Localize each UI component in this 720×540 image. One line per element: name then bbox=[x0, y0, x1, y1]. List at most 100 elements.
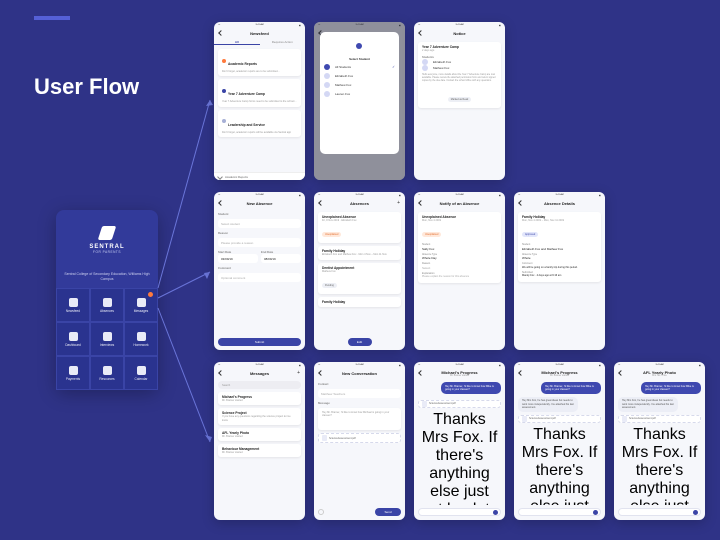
edit-button[interactable]: Edit bbox=[348, 338, 372, 346]
tile-absences[interactable]: Absences bbox=[90, 288, 124, 322]
screen-absence-details: •••9:41 AM▣ Absence Details Family Holid… bbox=[514, 192, 605, 350]
back-icon[interactable] bbox=[518, 200, 524, 206]
message-textarea[interactable]: Hey Mr. Bramer, I'd like to know how Mic… bbox=[318, 408, 401, 430]
feed-item[interactable]: Year 7 Adventure CampYear 7 Adventure Ca… bbox=[218, 79, 301, 106]
mark-read-button[interactable]: Marked as Read bbox=[448, 97, 472, 102]
calendar-x-icon bbox=[103, 298, 112, 307]
document-icon bbox=[522, 416, 527, 422]
attachment[interactable]: ScienceAssessment.pdf bbox=[418, 400, 501, 408]
book-icon bbox=[137, 332, 146, 341]
student-option[interactable]: Elizabeth Fox bbox=[324, 73, 395, 79]
screen-messages: •••9:41 AM▣ Messages+ Search Michael's P… bbox=[214, 362, 305, 520]
comment-input[interactable]: Optional comment bbox=[218, 273, 301, 282]
search-input[interactable]: Search bbox=[218, 381, 301, 389]
screen-notify-absence: •••9:41 AM▣ Notify of an Absence Unexpla… bbox=[414, 192, 505, 350]
modal-title: Select Student bbox=[324, 57, 395, 61]
send-icon[interactable] bbox=[693, 510, 698, 515]
screen-chat-1: •••9:41 AM▣ Michael's ProgressMr. Bramer… bbox=[414, 362, 505, 520]
student-select[interactable]: Select student bbox=[218, 219, 301, 228]
message-input[interactable] bbox=[618, 508, 701, 516]
absence-item[interactable]: Dentist AppointmentMathew FoxPending bbox=[318, 263, 401, 294]
send-button[interactable]: Send bbox=[375, 508, 401, 516]
send-icon[interactable] bbox=[593, 510, 598, 515]
message-item[interactable]: Science ProjectIf you have any questions… bbox=[218, 408, 301, 425]
tile-messages[interactable]: Messages bbox=[124, 288, 158, 322]
feed-item[interactable]: Academic ReportsDon't forget, academic r… bbox=[218, 49, 301, 76]
screen-newsfeed: •••9:41 AM▣ Newsfeed AllRequires Action … bbox=[214, 22, 305, 180]
feed-item[interactable]: Leadership and ServiceDon't forget, acad… bbox=[218, 110, 301, 137]
student-option[interactable]: Lauren Fox bbox=[324, 91, 395, 97]
contact-select[interactable]: Matthew Teachers bbox=[318, 389, 401, 398]
page-title: User Flow bbox=[34, 74, 139, 100]
attachment[interactable]: ScienceAssessment.pdf bbox=[318, 433, 401, 443]
message-bubble: Hey Mrs Fox, he has great ideas but need… bbox=[518, 397, 578, 412]
message-item[interactable]: Behaviour ManagementMr. Bramer started bbox=[218, 444, 301, 457]
absence-item[interactable]: Family HolidayElizabeth Fox and Mathew F… bbox=[318, 246, 401, 259]
screen-notice: •••9:41 AM▣ Notice Year 7 Adventure Camp… bbox=[414, 22, 505, 180]
tile-interviews[interactable]: Interviews bbox=[90, 322, 124, 356]
tab-all[interactable]: All bbox=[214, 38, 260, 45]
calendar-icon bbox=[137, 366, 146, 375]
reason-input[interactable]: Please provide a reason bbox=[218, 238, 301, 247]
add-icon[interactable]: + bbox=[397, 200, 400, 206]
student-option[interactable]: All Students✓ bbox=[324, 64, 395, 70]
send-icon[interactable] bbox=[493, 510, 498, 515]
back-icon[interactable] bbox=[618, 370, 624, 376]
filter-bar[interactable]: Academic Reports bbox=[214, 172, 305, 180]
screen-grid: •••9:41 AM▣ Newsfeed AllRequires Action … bbox=[214, 22, 706, 520]
app-logo: SENTRAL FOR PARENTS bbox=[56, 210, 158, 270]
check-icon: ✓ bbox=[392, 65, 395, 69]
message-item[interactable]: AFL Yearly PhotoMr. Bramer started bbox=[218, 428, 301, 441]
tile-resources[interactable]: Resources bbox=[90, 356, 124, 390]
home-tiles: Newsfeed Absences Messages Dashboard Int… bbox=[56, 288, 158, 390]
screen-absences: •••9:41 AM▣ Absences+ Unexplained Absenc… bbox=[314, 192, 405, 350]
attachment[interactable]: ScienceAssessment.pdf bbox=[618, 415, 701, 423]
message-bubble: Hey Mr. Bramer, I'd like to know how Mik… bbox=[441, 382, 501, 394]
attachment[interactable]: ScienceAssessment.pdf bbox=[518, 415, 601, 423]
message-item[interactable]: Michael's ProgressMr. Bramer started bbox=[218, 392, 301, 405]
document-icon bbox=[622, 416, 627, 422]
compose-icon[interactable]: + bbox=[297, 370, 300, 376]
chevron-down-icon bbox=[217, 174, 223, 180]
submit-button[interactable]: Submit bbox=[218, 338, 301, 346]
folder-icon bbox=[103, 366, 112, 375]
back-icon[interactable] bbox=[218, 30, 224, 36]
notice-card: Year 7 Adventure Camp 2 days ago Student… bbox=[418, 42, 501, 108]
brand-sub: FOR PARENTS bbox=[93, 250, 121, 254]
absence-item[interactable]: Unexplained AbsenceFri, 8 Nov 2019 · Eli… bbox=[318, 212, 401, 243]
tile-homework[interactable]: Homework bbox=[124, 322, 158, 356]
message-input[interactable] bbox=[518, 508, 601, 516]
back-icon[interactable] bbox=[218, 370, 224, 376]
back-icon[interactable] bbox=[318, 200, 324, 206]
school-name: Sentral College of Secondary Education, … bbox=[56, 270, 158, 288]
tile-calendar[interactable]: Calendar bbox=[124, 356, 158, 390]
notification-badge bbox=[148, 292, 153, 297]
back-icon[interactable] bbox=[518, 370, 524, 376]
people-icon bbox=[103, 332, 112, 341]
screen-chat-3: •••9:41 AM▣ AFL Yearly PhotoMrs. Ms. Pri… bbox=[614, 362, 705, 520]
tile-payments[interactable]: Payments bbox=[56, 356, 90, 390]
tile-dashboard[interactable]: Dashboard bbox=[56, 322, 90, 356]
back-icon[interactable] bbox=[418, 30, 424, 36]
message-bubble: Hey Mr. Bramer, I'd like to know how Mik… bbox=[641, 382, 701, 394]
message-input[interactable] bbox=[418, 508, 501, 516]
main-app-screen: SENTRAL FOR PARENTS Sentral College of S… bbox=[56, 210, 158, 390]
tabs: AllRequires Action bbox=[214, 38, 305, 45]
end-date-input[interactable]: 08/09/19 bbox=[261, 254, 301, 263]
logo-mark bbox=[98, 226, 117, 240]
student-option[interactable]: Mathew Fox bbox=[324, 82, 395, 88]
document-icon bbox=[322, 435, 327, 441]
tab-requires-action[interactable]: Requires Action bbox=[260, 38, 306, 45]
attach-icon[interactable] bbox=[318, 509, 324, 515]
absence-item[interactable]: Family Holiday bbox=[318, 297, 401, 307]
tile-newsfeed[interactable]: Newsfeed bbox=[56, 288, 90, 322]
back-icon[interactable] bbox=[218, 200, 224, 206]
message-bubble: Hey Mr. Bramer, I'd like to know how Mik… bbox=[541, 382, 601, 394]
back-icon[interactable] bbox=[318, 370, 324, 376]
document-icon bbox=[422, 401, 427, 407]
message-bubble: Hey Mrs Fox, he has great ideas but need… bbox=[618, 397, 678, 412]
back-icon[interactable] bbox=[418, 200, 424, 206]
back-icon[interactable] bbox=[418, 370, 424, 376]
start-date-input[interactable]: 03/09/19 bbox=[218, 254, 258, 263]
card-icon bbox=[69, 366, 78, 375]
